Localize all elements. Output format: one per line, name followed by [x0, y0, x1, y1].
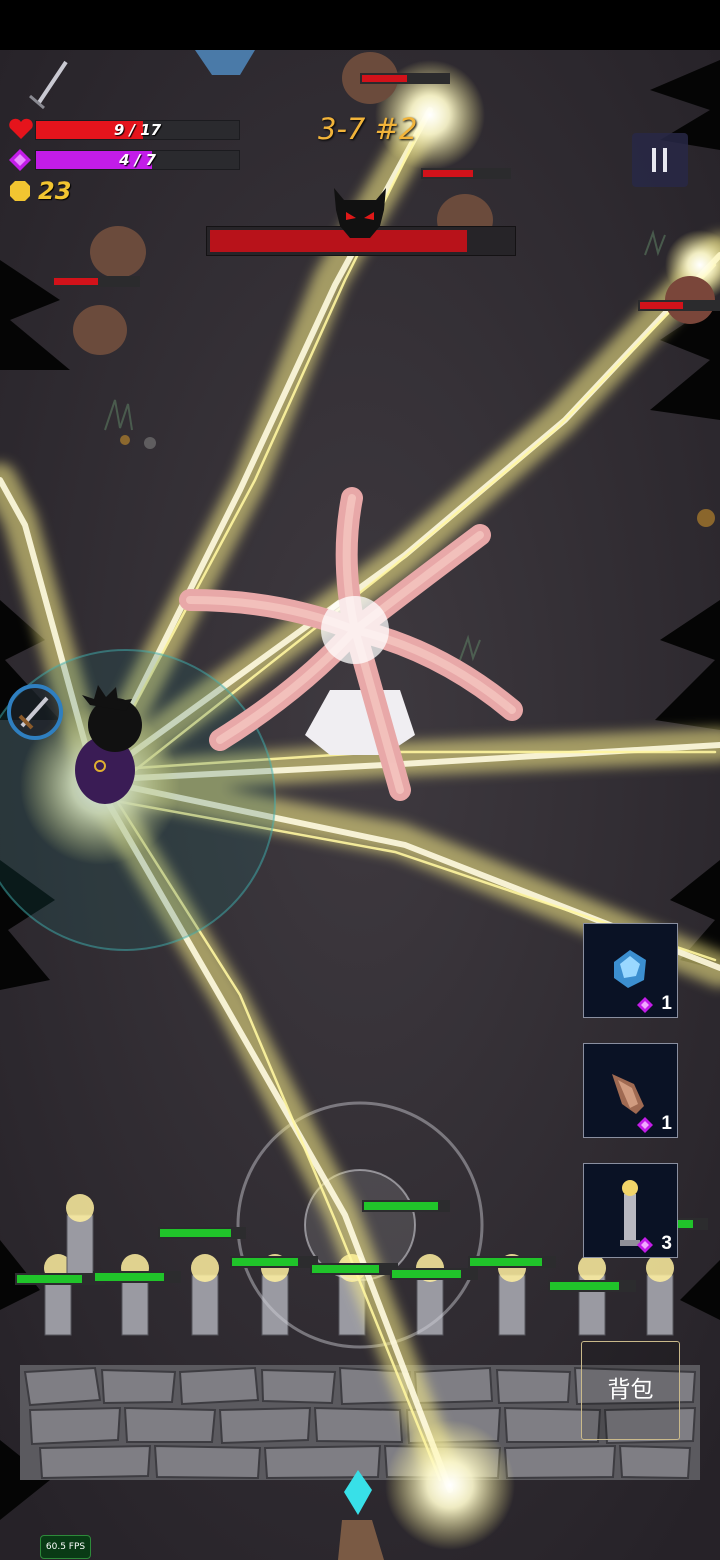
- tower-health-bar: [390, 1268, 478, 1280]
- torch-tower: [191, 1254, 219, 1336]
- demon-skull-icon: [330, 188, 390, 240]
- skill-card-crystal[interactable]: 1: [583, 923, 678, 1018]
- lightning-flash: [385, 1420, 515, 1550]
- coin-count: 23: [38, 177, 72, 205]
- mana-gem-icon: [8, 148, 32, 172]
- enemy-health-bar: [638, 300, 720, 311]
- coin-icon: [9, 180, 31, 202]
- hp-bar: 9 / 17: [35, 120, 240, 140]
- torch-tower: [578, 1254, 606, 1336]
- tower-health-bar: [548, 1280, 636, 1292]
- tower-health-bar: [15, 1273, 105, 1285]
- sword-skill-icon: [7, 684, 63, 740]
- skill-cost: 1: [661, 993, 672, 1014]
- top-bar: [0, 0, 720, 50]
- torch-tower: [66, 1194, 94, 1276]
- torch-tower: [416, 1254, 444, 1336]
- tower-health-bar: [93, 1271, 181, 1283]
- mana-gem-icon: [637, 1117, 653, 1133]
- tower-health-bar: [230, 1256, 318, 1268]
- pause-button[interactable]: [632, 133, 688, 187]
- tower-health-bar: [362, 1200, 450, 1212]
- skill-card-shell[interactable]: 1: [583, 1043, 678, 1138]
- heart-icon: [8, 118, 34, 140]
- torch-tower: [646, 1254, 674, 1336]
- enemy-mushroom: [90, 226, 146, 278]
- mana-bar: 4 / 7: [35, 150, 240, 170]
- mana-gem-icon: [637, 1237, 653, 1253]
- torch-tower: [121, 1254, 149, 1336]
- enemy-mushroom: [73, 305, 127, 355]
- tower-health-bar: [310, 1263, 398, 1275]
- enemy-health-bar: [52, 276, 140, 287]
- enemy-health-bar: [421, 168, 511, 179]
- skill-card-torch-tower[interactable]: 3: [583, 1163, 678, 1258]
- hp-text: 9 / 17: [113, 121, 162, 139]
- tower-health-bar: [158, 1227, 246, 1239]
- skill-cost: 1: [661, 1113, 672, 1134]
- bag-button[interactable]: 背包: [581, 1341, 680, 1440]
- tower-health-bar: [468, 1256, 556, 1268]
- wave-label: 3-7 #2: [318, 112, 418, 146]
- mana-gem-icon: [637, 997, 653, 1013]
- mana-text: 4 / 7: [119, 151, 156, 169]
- enemy-health-bar: [360, 73, 450, 84]
- skill-cost: 3: [661, 1233, 672, 1254]
- fps-counter: 60.5 FPS: [40, 1535, 91, 1559]
